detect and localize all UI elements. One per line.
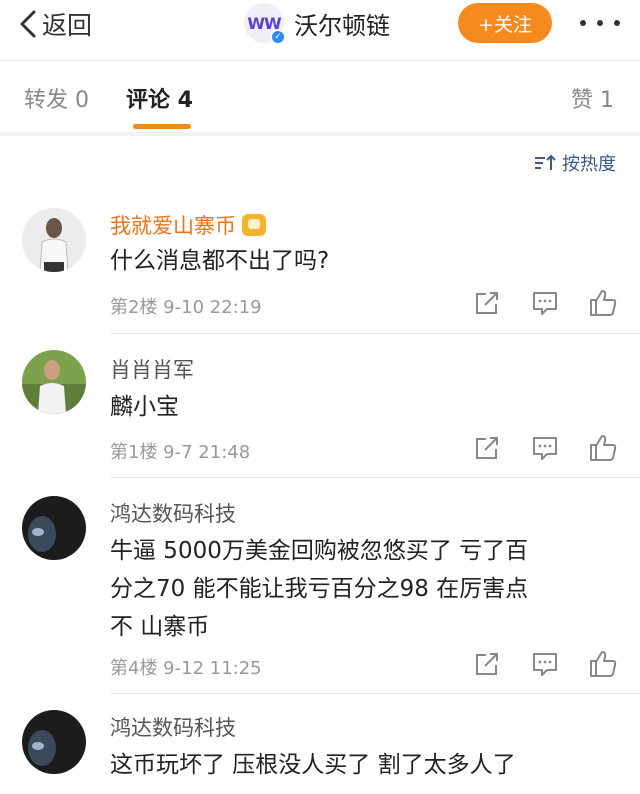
avatar-image xyxy=(22,710,86,774)
thumbs-up-icon xyxy=(590,290,617,316)
comment-meta: 第2楼 9-10 22:19 xyxy=(110,297,262,318)
comment-meta: 第4楼 9-12 11:25 xyxy=(110,658,262,679)
verified-badge-icon: ✓ xyxy=(270,29,286,45)
chevron-left-icon xyxy=(20,10,36,38)
commenter-name[interactable]: 我就爱山寨币 xyxy=(110,210,266,240)
share-button[interactable] xyxy=(472,288,502,318)
comment-text-line: 牛逼 5000万美金回购被忽悠买了 亏了百 xyxy=(110,538,529,564)
comment-text: 麟小宝 xyxy=(110,394,179,420)
reply-button[interactable] xyxy=(530,288,560,318)
sort-by-hot-button[interactable]: 按热度 xyxy=(534,150,616,176)
sort-icon xyxy=(535,154,556,170)
more-dot-icon xyxy=(597,20,603,26)
header-divider xyxy=(0,60,640,61)
comment-separator xyxy=(110,333,640,334)
account-name: 沃尔顿链 xyxy=(294,11,390,40)
like-button[interactable] xyxy=(588,288,618,318)
section-divider xyxy=(0,132,640,136)
sort-label: 按热度 xyxy=(562,154,616,175)
comment-icon xyxy=(533,437,557,460)
avatar[interactable] xyxy=(22,208,86,272)
share-button[interactable] xyxy=(472,433,502,463)
comment-text: 这币玩坏了 压根没人买了 割了太多人了 xyxy=(110,752,516,778)
thumbs-up-icon xyxy=(590,651,617,677)
avatar[interactable] xyxy=(22,710,86,774)
share-icon xyxy=(476,653,498,675)
account-header[interactable]: WW ✓ 沃尔顿链 xyxy=(244,3,390,45)
comment-meta: 第1楼 9-7 21:48 xyxy=(110,442,251,463)
avatar-image xyxy=(22,496,86,560)
vip-crown-icon xyxy=(242,214,266,236)
comment-text: 牛逼 5000万美金回购被忽悠买了 亏了百 分之70 能不能让我亏百分之98 在… xyxy=(110,532,615,646)
comment-text-line: 分之70 能不能让我亏百分之98 在厉害点 xyxy=(110,576,529,602)
back-label: 返回 xyxy=(42,11,93,40)
share-icon xyxy=(476,292,498,314)
back-button[interactable]: 返回 xyxy=(18,6,92,42)
tab-repost[interactable]: 转发 0 xyxy=(24,82,89,114)
comment-icon xyxy=(533,292,557,315)
commenter-name[interactable]: 肖肖肖军 xyxy=(110,354,194,384)
avatar-image xyxy=(22,208,86,272)
more-dot-icon xyxy=(614,20,620,26)
avatar[interactable] xyxy=(22,496,86,560)
share-button[interactable] xyxy=(472,649,502,679)
avatar[interactable] xyxy=(22,350,86,414)
share-icon xyxy=(476,437,498,459)
tab-comments[interactable]: 评论 4 xyxy=(126,82,193,114)
follow-button[interactable]: +关注 xyxy=(458,3,552,43)
tab-bar: 转发 0 评论 4 赞 1 xyxy=(0,62,640,132)
comment-separator xyxy=(110,693,640,694)
tab-likes[interactable]: 赞 1 xyxy=(571,82,614,114)
like-button[interactable] xyxy=(588,649,618,679)
comment-separator xyxy=(110,477,640,478)
avatar-image xyxy=(22,350,86,414)
top-nav-bar: 返回 WW ✓ 沃尔顿链 +关注 xyxy=(0,0,640,50)
comment-text-line: 不 山寨币 xyxy=(110,614,210,640)
comment-icon xyxy=(533,653,557,676)
like-button[interactable] xyxy=(588,433,618,463)
thumbs-up-icon xyxy=(590,435,617,461)
more-options-button[interactable] xyxy=(580,10,620,36)
comment-text: 什么消息都不出了吗? xyxy=(110,248,330,274)
reply-button[interactable] xyxy=(530,433,560,463)
commenter-name[interactable]: 鸿达数码科技 xyxy=(110,712,236,742)
account-logo: WW ✓ xyxy=(244,3,286,45)
reply-button[interactable] xyxy=(530,649,560,679)
commenter-name[interactable]: 鸿达数码科技 xyxy=(110,498,236,528)
more-dot-icon xyxy=(580,20,586,26)
active-tab-indicator xyxy=(133,124,191,129)
